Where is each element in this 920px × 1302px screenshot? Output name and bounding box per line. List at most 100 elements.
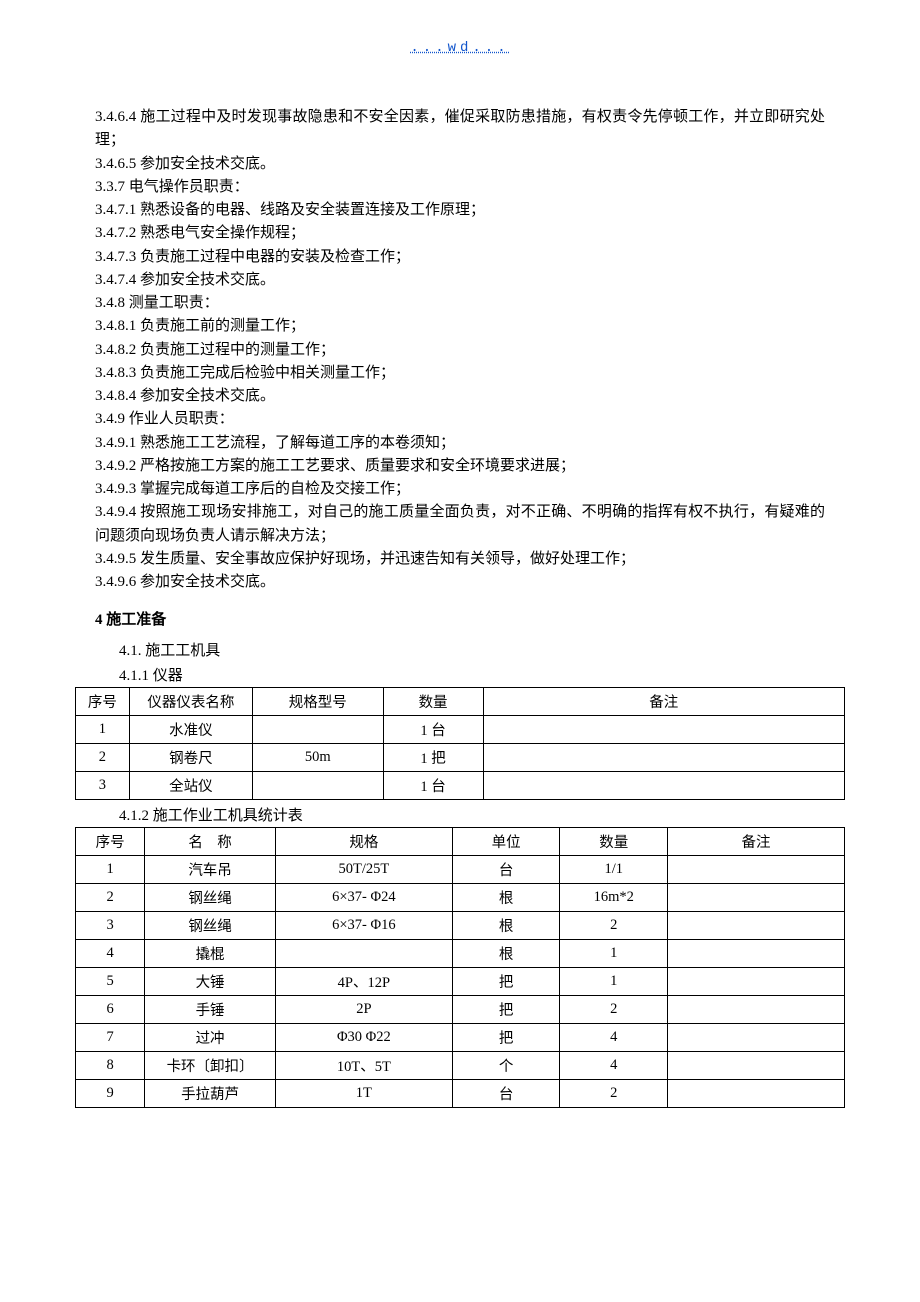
- paragraph: 3.4.6.5 参加安全技术交底。: [95, 153, 825, 176]
- col-name: 名 称: [145, 828, 276, 856]
- cell: [668, 1080, 845, 1108]
- paragraph: 3.4.9 作业人员职责：: [95, 408, 825, 431]
- cell: 3: [76, 912, 145, 940]
- cell: 1 台: [383, 716, 483, 744]
- cell: [668, 1052, 845, 1080]
- table-row: 8 卡环〔卸扣〕 10T、5T 个 4: [76, 1052, 845, 1080]
- paragraph: 3.4.7.1 熟悉设备的电器、线路及安全装置连接及工作原理；: [95, 199, 825, 222]
- cell: 4: [76, 940, 145, 968]
- cell: [252, 772, 383, 800]
- cell: 2: [560, 1080, 668, 1108]
- table-row: 6 手锤 2P 把 2: [76, 996, 845, 1024]
- paragraph: 3.4.9.5 发生质量、安全事故应保护好现场，并迅速告知有关领导，做好处理工作…: [95, 548, 825, 571]
- paragraph: 3.4.7.3 负责施工过程中电器的安装及检查工作；: [95, 246, 825, 269]
- paragraph: 3.4.6.4 施工过程中及时发现事故隐患和不安全因素，催促采取防患措施，有权责…: [95, 106, 825, 153]
- body-text-block: 3.4.6.4 施工过程中及时发现事故隐患和不安全因素，催促采取防患措施，有权责…: [95, 106, 825, 594]
- cell: 2: [76, 884, 145, 912]
- table-row: 2 钢卷尺 50m 1 把: [76, 744, 845, 772]
- cell: 16m*2: [560, 884, 668, 912]
- tools-table: 序号 名 称 规格 单位 数量 备注 1 汽车吊 50T/25T 台 1/1 2…: [75, 827, 845, 1108]
- cell: 手锤: [145, 996, 276, 1024]
- cell: [668, 884, 845, 912]
- subsection-4-1-2: 4.1.2 施工作业工机具统计表: [95, 804, 825, 825]
- cell: [668, 940, 845, 968]
- cell: 把: [452, 996, 560, 1024]
- cell: 全站仪: [129, 772, 252, 800]
- cell: 2: [76, 744, 130, 772]
- cell: 水准仪: [129, 716, 252, 744]
- table-row: 5 大锤 4P、12P 把 1: [76, 968, 845, 996]
- col-spec: 规格: [275, 828, 452, 856]
- paragraph: 3.4.7.2 熟悉电气安全操作规程；: [95, 222, 825, 245]
- cell: 50m: [252, 744, 383, 772]
- paragraph: 3.4.8.1 负责施工前的测量工作；: [95, 315, 825, 338]
- cell: 1T: [275, 1080, 452, 1108]
- cell: 4: [560, 1024, 668, 1052]
- paragraph: 3.4.7.4 参加安全技术交底。: [95, 269, 825, 292]
- paragraph: 3.3.7 电气操作员职责：: [95, 176, 825, 199]
- paragraph: 3.4.9.3 掌握完成每道工序后的自检及交接工作；: [95, 478, 825, 501]
- cell: 6×37- Φ24: [275, 884, 452, 912]
- cell: 5: [76, 968, 145, 996]
- cell: 把: [452, 968, 560, 996]
- paragraph: 3.4.8.2 负责施工过程中的测量工作；: [95, 339, 825, 362]
- paragraph: 3.4.9.2 严格按施工方案的施工工艺要求、质量要求和安全环境要求进展；: [95, 455, 825, 478]
- subsection-4-1-1: 4.1.1 仪器: [95, 664, 825, 685]
- cell: 1: [76, 856, 145, 884]
- cell: 8: [76, 1052, 145, 1080]
- col-remark: 备注: [668, 828, 845, 856]
- col-unit: 单位: [452, 828, 560, 856]
- cell: 根: [452, 884, 560, 912]
- cell: 大锤: [145, 968, 276, 996]
- cell: 台: [452, 856, 560, 884]
- cell: [668, 912, 845, 940]
- table-header-row: 序号 名 称 规格 单位 数量 备注: [76, 828, 845, 856]
- header-watermark: ...wd...: [95, 40, 825, 56]
- paragraph: 3.4.9.4 按照施工现场安排施工，对自己的施工质量全面负责，对不正确、不明确…: [95, 501, 825, 548]
- col-name: 仪器仪表名称: [129, 688, 252, 716]
- cell: [252, 716, 383, 744]
- cell: 6×37- Φ16: [275, 912, 452, 940]
- cell: 根: [452, 940, 560, 968]
- cell: 1 把: [383, 744, 483, 772]
- cell: 2: [560, 996, 668, 1024]
- cell: 撬棍: [145, 940, 276, 968]
- table-header-row: 序号 仪器仪表名称 规格型号 数量 备注: [76, 688, 845, 716]
- cell: 9: [76, 1080, 145, 1108]
- cell: 7: [76, 1024, 145, 1052]
- col-remark: 备注: [483, 688, 844, 716]
- paragraph: 3.4.9.1 熟悉施工工艺流程，了解每道工序的本卷须知；: [95, 432, 825, 455]
- cell: [668, 856, 845, 884]
- document-page: ...wd... 3.4.6.4 施工过程中及时发现事故隐患和不安全因素，催促采…: [0, 0, 920, 1148]
- cell: Φ30 Φ22: [275, 1024, 452, 1052]
- cell: 钢丝绳: [145, 912, 276, 940]
- cell: 4: [560, 1052, 668, 1080]
- cell: 10T、5T: [275, 1052, 452, 1080]
- cell: 2: [560, 912, 668, 940]
- col-qty: 数量: [383, 688, 483, 716]
- cell: 2P: [275, 996, 452, 1024]
- cell: 钢卷尺: [129, 744, 252, 772]
- cell: 卡环〔卸扣〕: [145, 1052, 276, 1080]
- table-row: 1 汽车吊 50T/25T 台 1/1: [76, 856, 845, 884]
- table-row: 3 全站仪 1 台: [76, 772, 845, 800]
- cell: 6: [76, 996, 145, 1024]
- cell: 1: [560, 968, 668, 996]
- paragraph: 3.4.9.6 参加安全技术交底。: [95, 571, 825, 594]
- cell: 1: [560, 940, 668, 968]
- paragraph: 3.4.8 测量工职责：: [95, 292, 825, 315]
- section-4-title: 4 施工准备: [95, 608, 825, 629]
- col-seq: 序号: [76, 828, 145, 856]
- cell: 3: [76, 772, 130, 800]
- cell: 钢丝绳: [145, 884, 276, 912]
- cell: 个: [452, 1052, 560, 1080]
- paragraph: 3.4.8.4 参加安全技术交底。: [95, 385, 825, 408]
- col-qty: 数量: [560, 828, 668, 856]
- table-row: 1 水准仪 1 台: [76, 716, 845, 744]
- cell: 1 台: [383, 772, 483, 800]
- cell: [483, 744, 844, 772]
- instruments-table: 序号 仪器仪表名称 规格型号 数量 备注 1 水准仪 1 台 2 钢卷尺 50m…: [75, 687, 845, 800]
- cell: [483, 772, 844, 800]
- cell: 1/1: [560, 856, 668, 884]
- cell: [483, 716, 844, 744]
